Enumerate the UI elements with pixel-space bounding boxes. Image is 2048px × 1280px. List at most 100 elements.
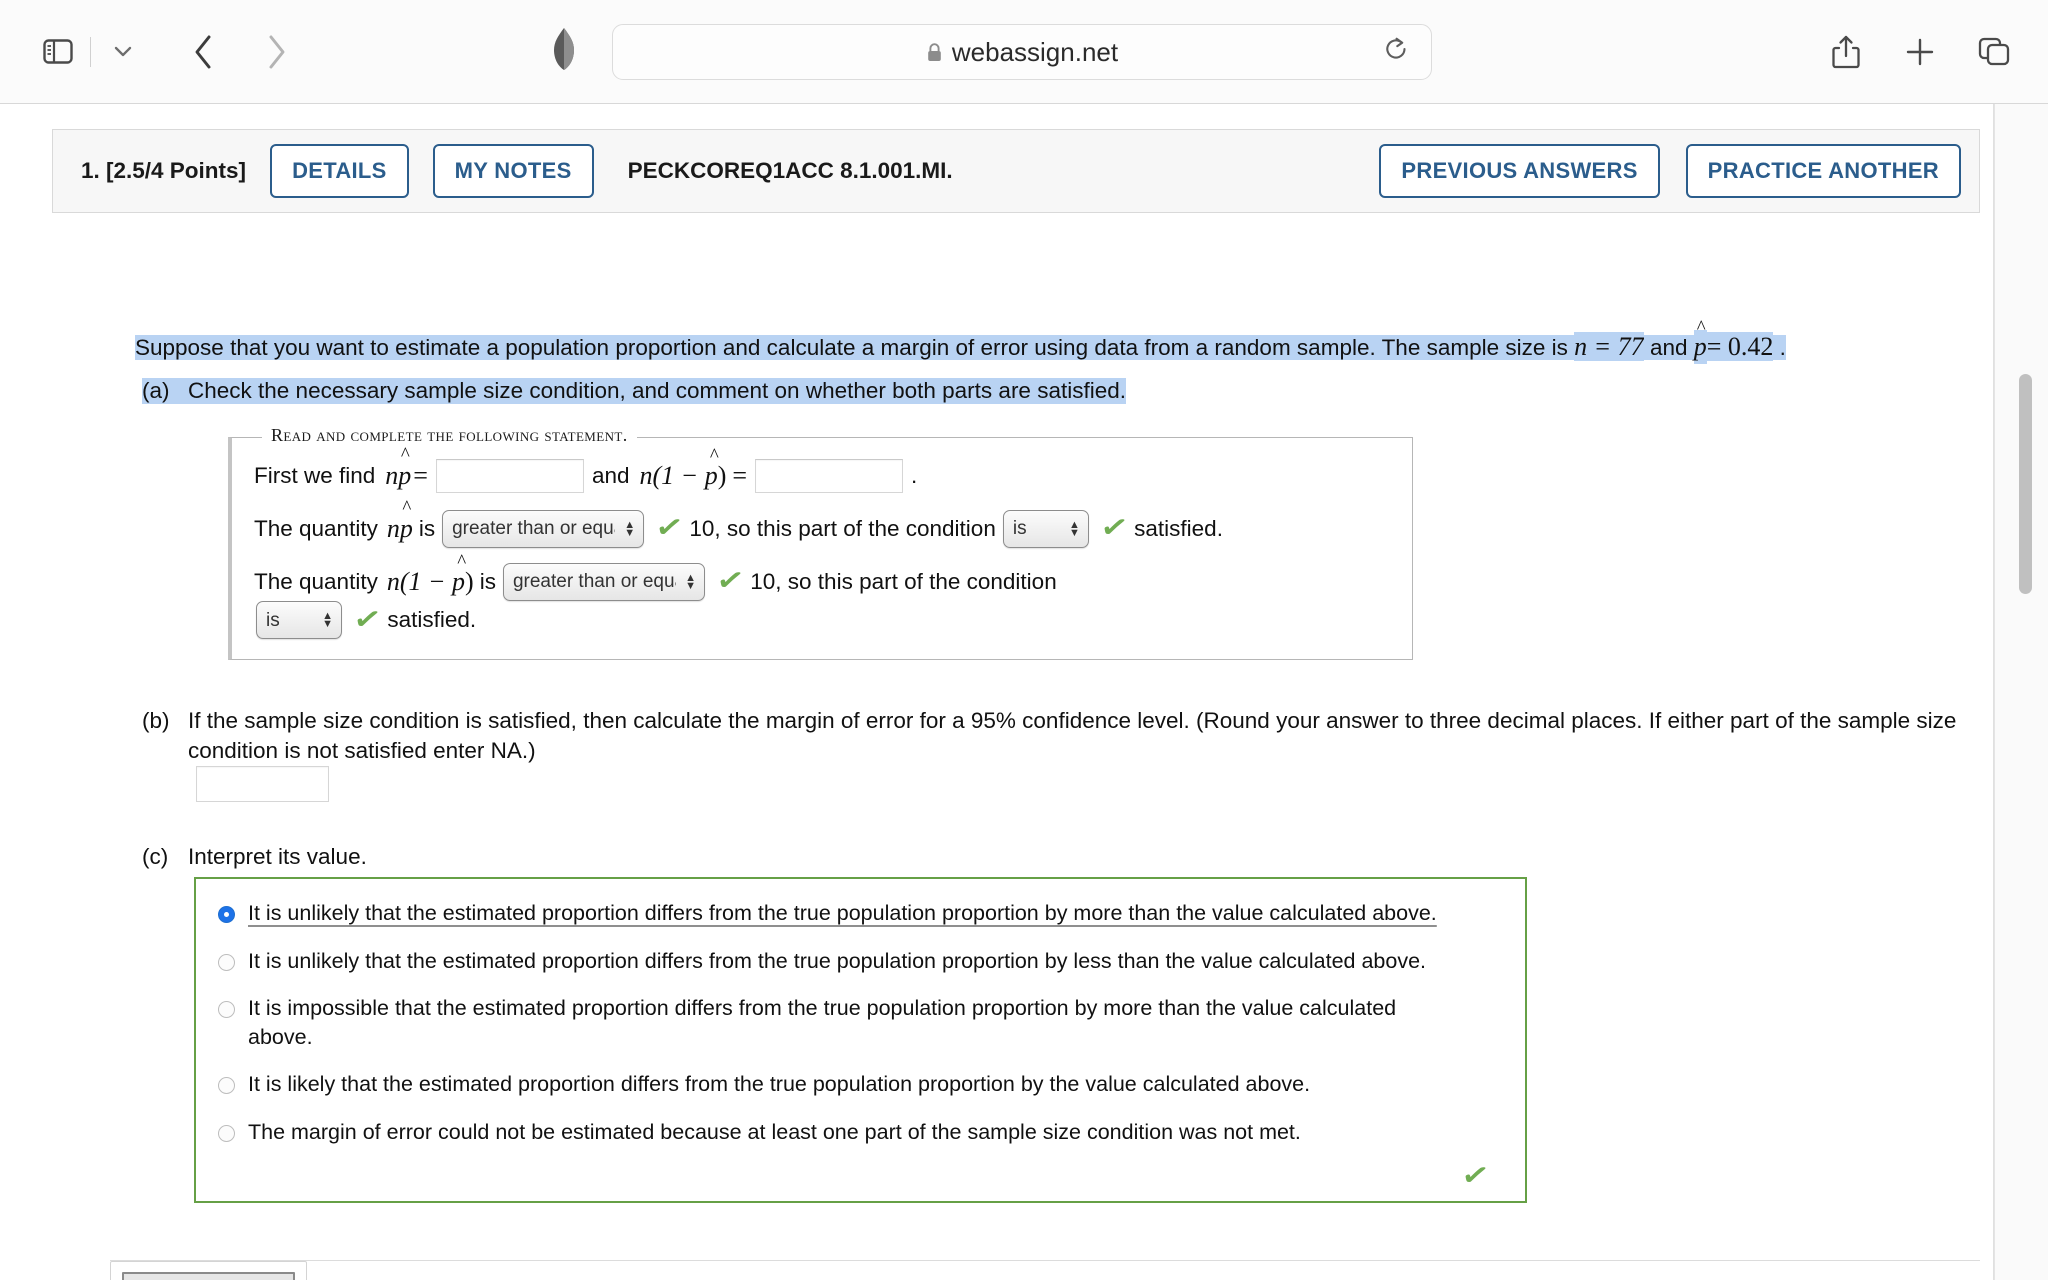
math-p-hat: p ^ — [1693, 318, 1707, 364]
math-np-hat-1: np ^ — [385, 445, 412, 495]
is-text-2: is — [479, 568, 496, 594]
is-select-2[interactable]: is — [256, 601, 342, 639]
toolbar-left-group — [0, 26, 303, 78]
question-header-actions: PREVIOUS ANSWERS PRACTICE ANOTHER — [1353, 144, 1961, 198]
math-p-value: = 0.42 — [1706, 332, 1774, 361]
correct-check-icon-1: ✓ — [652, 510, 686, 546]
part-c-row: (c) Interpret its value. — [142, 844, 367, 870]
browser-toolbar: webassign.net — [0, 0, 2048, 104]
math-n-1-minus-p-hat-1: n(1 − p ^) — [639, 446, 727, 495]
option-row[interactable]: It is likely that the estimated proporti… — [218, 1070, 1503, 1099]
privacy-shield-icon[interactable] — [550, 26, 578, 77]
comparison-select-1[interactable]: greater than or equal to — [442, 509, 645, 548]
problem-statement-text: Suppose that you want to estimate a popu… — [135, 335, 1575, 360]
problem-statement: Suppose that you want to estimate a popu… — [135, 318, 1975, 364]
math-sample-size: n = 77 — [1574, 332, 1644, 361]
forward-arrow-icon[interactable] — [251, 26, 303, 78]
question-header-bar: 1. [2.5/4 Points] DETAILS MY NOTES PECKC… — [52, 129, 1980, 213]
option-row[interactable]: It is unlikely that the estimated propor… — [218, 899, 1503, 928]
part-c-correct-check-wrapper: ✓ — [218, 1158, 1503, 1194]
math-np-hat-2: np ^ — [386, 498, 413, 548]
option-row[interactable]: It is impossible that the estimated prop… — [218, 994, 1503, 1051]
radio-button[interactable] — [218, 953, 235, 971]
page-right-gutter — [1994, 104, 2048, 1280]
chevron-down-icon[interactable] — [97, 26, 149, 78]
hat-accent: ^ — [709, 445, 719, 466]
comparison-select-2[interactable]: greater than or equal to — [502, 562, 705, 601]
condition-middle-text-2: 10, so this part of the condition — [750, 568, 1057, 594]
reload-icon[interactable] — [1383, 36, 1409, 69]
sidebar-toggle-icon[interactable] — [32, 26, 84, 78]
fieldset-legend: Read and complete the following statemen… — [262, 425, 637, 446]
problem-statement-conjunction: and — [1643, 335, 1694, 360]
practice-another-button[interactable]: PRACTICE ANOTHER — [1685, 144, 1961, 198]
is-select-1-wrapper[interactable]: is ▲ ▼ — [996, 509, 1096, 548]
math-n-1-minus-p: n(1 − p — [639, 461, 718, 490]
submit-answer-button[interactable]: Submit Answer — [122, 1272, 295, 1280]
option-label: It is likely that the estimated proporti… — [248, 1072, 1311, 1097]
part-b-answer-input[interactable] — [196, 766, 329, 802]
condition-line-2: The quantity n(1 − p ^) is greater than o… — [254, 552, 1392, 639]
radio-button[interactable] — [218, 1077, 235, 1095]
is-select-1[interactable]: is — [1002, 509, 1089, 548]
n-1-minus-p-hat-answer-input[interactable] — [755, 458, 904, 493]
details-button[interactable]: DETAILS — [270, 144, 409, 198]
math-close-paren: ) — [717, 461, 727, 490]
hat-accent: ^ — [457, 551, 467, 572]
part-a-row: (a) Check the necessary sample size cond… — [142, 378, 1126, 404]
back-arrow-icon[interactable] — [177, 26, 229, 78]
part-c-options-box: It is unlikely that the estimated propor… — [194, 877, 1527, 1203]
correct-check-icon-4: ✓ — [350, 601, 384, 638]
tab-overview-icon[interactable] — [1968, 26, 2020, 78]
webassign-page: 1. [2.5/4 Points] DETAILS MY NOTES PECKC… — [0, 104, 2048, 1280]
address-bar[interactable]: webassign.net — [612, 24, 1432, 80]
math-n-1-minus-p: n(1 − p — [386, 567, 466, 596]
hat-accent: ^ — [400, 444, 410, 465]
comparison-select-2-wrapper[interactable]: greater than or equal to ▲ ▼ — [496, 562, 712, 601]
part-a-label: (a) — [142, 378, 188, 404]
radio-button[interactable] — [218, 1001, 235, 1019]
condition-middle-text-1: 10, so this part of the condition — [689, 515, 996, 541]
option-label: It is impossible that the estimated prop… — [248, 996, 1397, 1049]
first-we-find-text: First we find — [254, 462, 376, 488]
part-c-label: (c) — [142, 844, 169, 869]
correct-check-icon-5: ✓ — [1458, 1158, 1492, 1194]
submit-divider — [110, 1260, 1980, 1261]
option-label: The margin of error could not be estimat… — [248, 1119, 1301, 1144]
previous-answers-button[interactable]: PREVIOUS ANSWERS — [1379, 144, 1660, 198]
comparison-select-1-wrapper[interactable]: greater than or equal to ▲ ▼ — [435, 509, 651, 548]
the-quantity-text-1: The quantity — [254, 515, 378, 541]
radio-button[interactable] — [218, 906, 235, 923]
condition-line-1: The quantity np ^ is greater than or equ… — [254, 498, 1392, 548]
equals-sign-1: = — [413, 461, 428, 490]
part-b-prompt: If the sample size condition is satisfie… — [188, 708, 1957, 764]
hat-accent: ^ — [402, 497, 412, 518]
satisfied-text-2: satisfied. — [387, 607, 477, 633]
toolbar-divider — [90, 36, 91, 67]
first-we-find-line: First we find np ^ = and n(1 − p ^) = . — [254, 445, 1392, 495]
equals-sign-2: = — [732, 461, 748, 490]
new-tab-plus-icon[interactable] — [1894, 26, 1946, 78]
np-hat-answer-input[interactable] — [435, 458, 584, 493]
period-1: . — [911, 462, 918, 488]
correct-check-icon-2: ✓ — [1097, 510, 1131, 546]
vertical-scrollbar-thumb[interactable] — [2019, 374, 2032, 594]
option-label: It is unlikely that the estimated propor… — [248, 901, 1437, 925]
math-close-paren: ) — [465, 567, 474, 596]
math-n-1-minus-p-hat-2: n(1 − p ^) — [386, 552, 474, 601]
math-np: np — [386, 514, 413, 543]
math-np: np — [385, 461, 412, 490]
option-label: It is unlikely that the estimated propor… — [248, 948, 1427, 973]
is-select-2-wrapper[interactable]: is ▲ ▼ — [249, 601, 349, 639]
correct-check-icon-3: ✓ — [713, 563, 747, 599]
satisfied-text-1: satisfied. — [1134, 515, 1223, 541]
and-text: and — [591, 462, 630, 488]
the-quantity-text-2: The quantity — [254, 568, 378, 594]
share-icon[interactable] — [1820, 26, 1872, 78]
option-row[interactable]: The margin of error could not be estimat… — [218, 1118, 1503, 1147]
my-notes-button[interactable]: MY NOTES — [432, 144, 594, 198]
address-bar-container[interactable]: webassign.net — [612, 24, 1432, 80]
radio-button[interactable] — [218, 1124, 235, 1142]
option-row[interactable]: It is unlikely that the estimated propor… — [218, 947, 1503, 976]
lock-icon — [926, 42, 943, 63]
